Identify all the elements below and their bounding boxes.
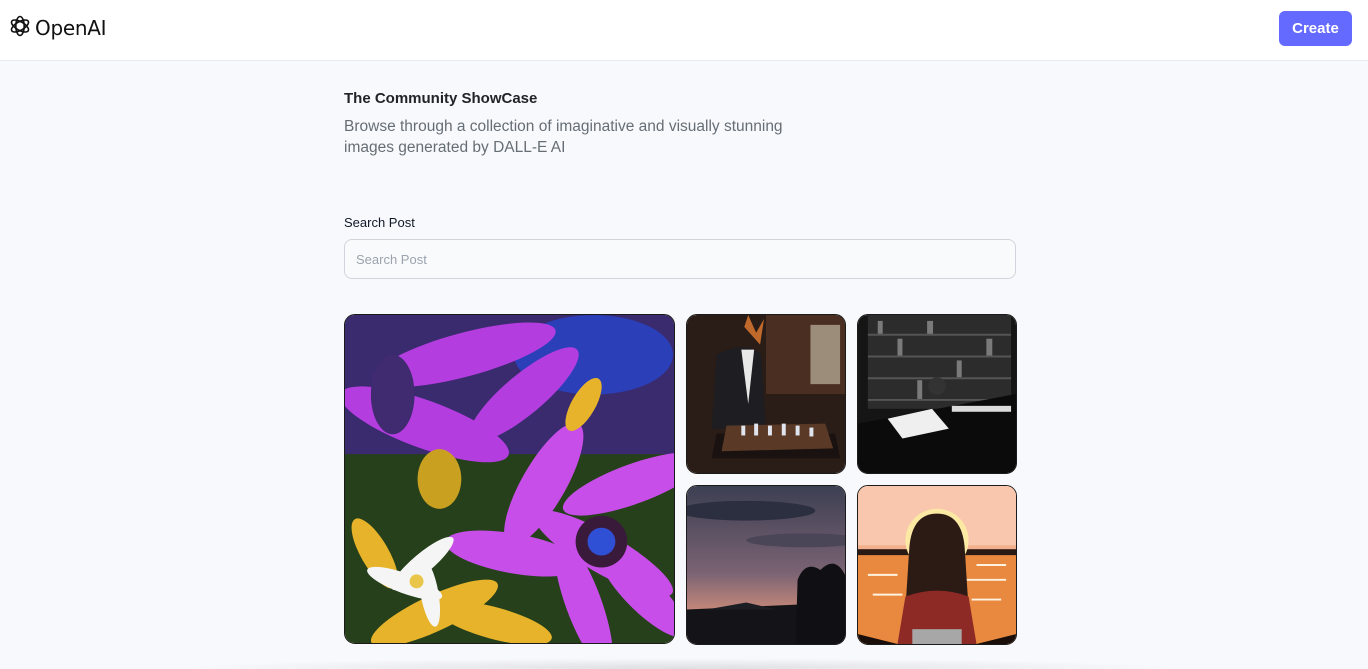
post-card-library-piano[interactable]: [857, 314, 1017, 474]
search-input[interactable]: [344, 239, 1016, 279]
page-title: The Community ShowCase: [344, 90, 538, 107]
logo-text: OpenAI: [35, 16, 107, 40]
post-image: [858, 486, 1016, 644]
post-card-anime-girl[interactable]: [857, 485, 1017, 645]
post-image: [858, 315, 1016, 473]
top-nav: OpenAI Create: [0, 0, 1368, 61]
post-image: [687, 315, 845, 473]
post-card-sunset[interactable]: [686, 485, 846, 645]
post-card-chess-fox[interactable]: [686, 314, 846, 474]
page-bottom-shadow: [180, 658, 1180, 669]
search-label: Search Post: [344, 215, 415, 230]
post-card-flowers[interactable]: [344, 314, 675, 644]
post-image: [345, 315, 674, 643]
post-image: [687, 486, 845, 644]
page-subtitle: Browse through a collection of imaginati…: [344, 118, 783, 156]
openai-logo[interactable]: OpenAI: [8, 14, 107, 43]
openai-logo-icon: [8, 14, 32, 43]
create-button[interactable]: Create: [1279, 11, 1352, 46]
